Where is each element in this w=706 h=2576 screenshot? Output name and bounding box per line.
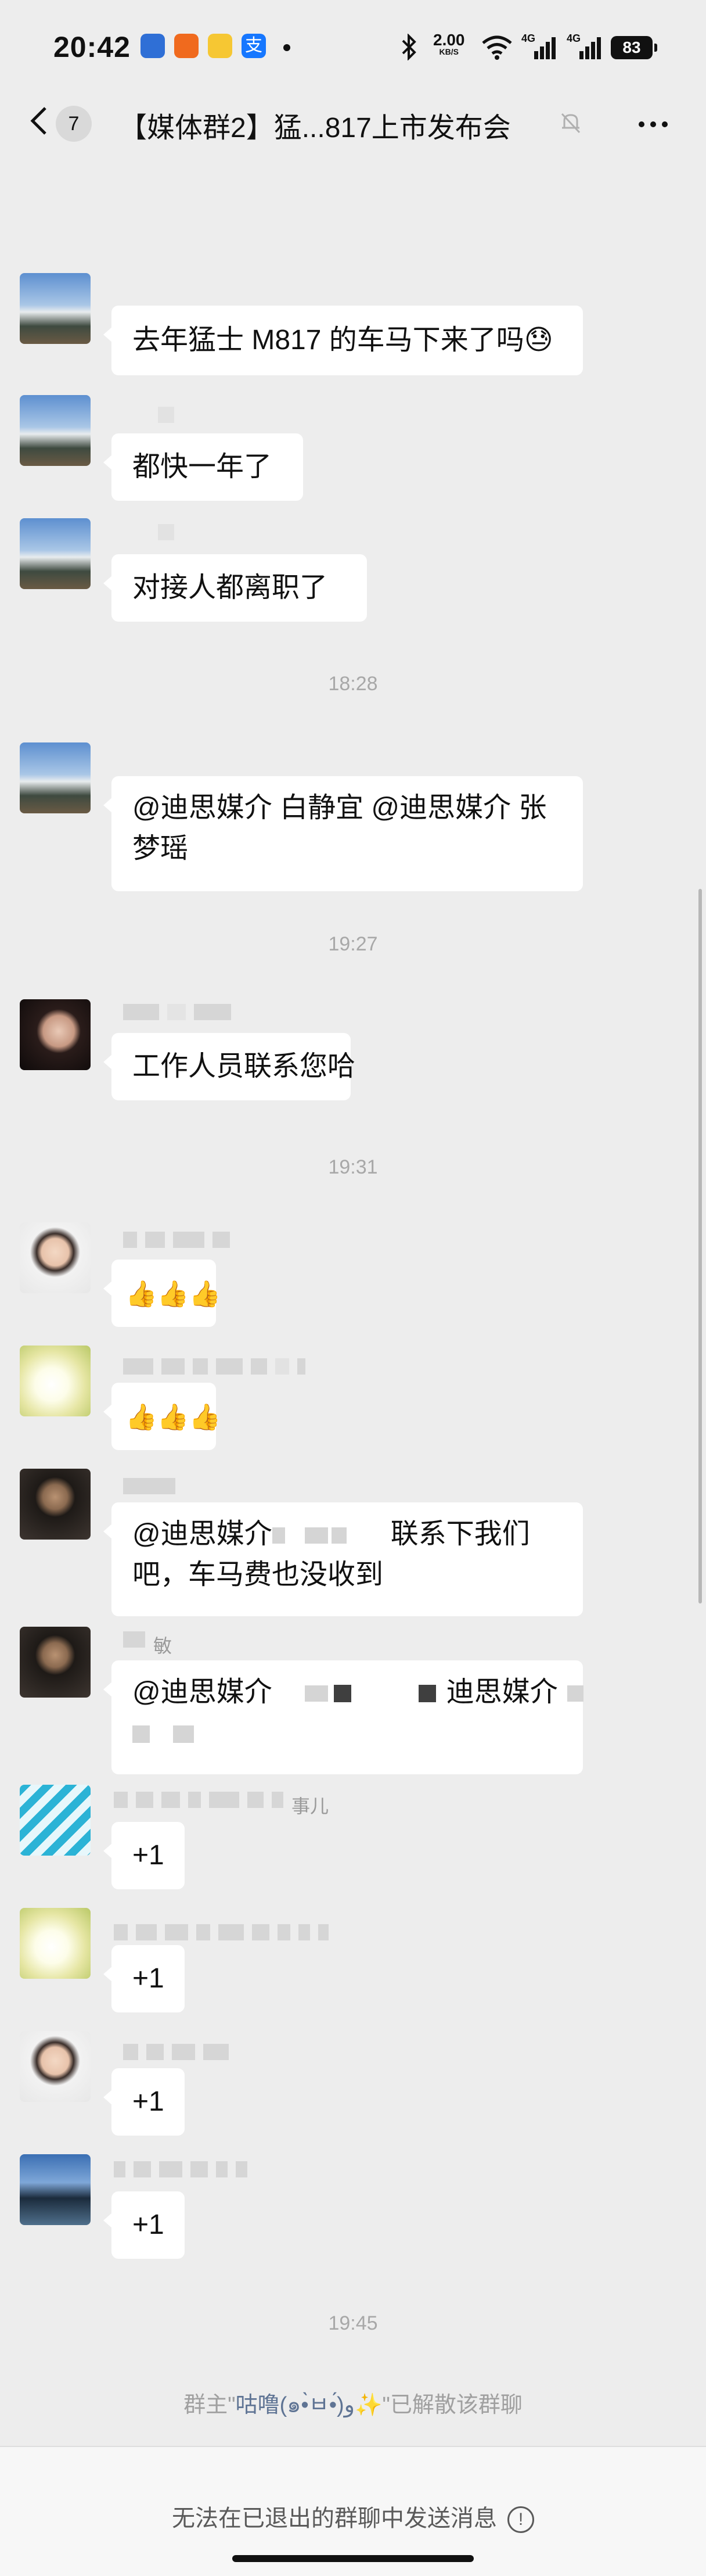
- redacted-text: [304, 1527, 328, 1544]
- network-speed-value: 2.00: [433, 31, 465, 49]
- system-notice-text: 群主": [183, 2393, 236, 2417]
- message-bubble[interactable]: +1: [103, 1945, 185, 2012]
- avatar[interactable]: [20, 1627, 91, 1698]
- back-arrow-icon[interactable]: [23, 103, 58, 138]
- status-time: 20:42: [53, 31, 131, 63]
- thumbs-up-emoji: 👍👍👍: [125, 1403, 221, 1432]
- timestamp: 19:27: [328, 933, 378, 955]
- message-bubble[interactable]: 👍👍👍: [103, 1383, 221, 1450]
- signal-1-label: 4G: [521, 33, 536, 44]
- more-notifications-icon: [283, 44, 290, 51]
- message-bubble[interactable]: @迪思媒介 联系下我们 吧，车马费也没收到: [103, 1502, 583, 1616]
- message-line: @迪思媒介 迪思媒介: [132, 1672, 583, 1713]
- redacted-text: [132, 1725, 150, 1743]
- avatar[interactable]: [20, 999, 91, 1070]
- bluetooth-icon: [402, 34, 416, 60]
- thumbs-up-emoji: 👍👍👍: [125, 1280, 221, 1309]
- redacted-text: [333, 1685, 351, 1703]
- mention-text: @迪思媒介: [132, 1519, 272, 1549]
- message-line: 梦瑶: [132, 833, 189, 864]
- message-bubble[interactable]: 👍👍👍: [103, 1260, 221, 1327]
- input-bar-disabled: 无法在已退出的群聊中发送消息!: [0, 2446, 706, 2576]
- chat-title: 【媒体群2】猛...817上市发布会: [119, 113, 511, 143]
- avatar[interactable]: [20, 1222, 91, 1293]
- message-bubble[interactable]: +1: [103, 2068, 185, 2136]
- info-icon[interactable]: !: [507, 2506, 534, 2534]
- timestamp: 18:28: [328, 673, 378, 695]
- message-bubble[interactable]: +1: [103, 1822, 185, 1889]
- disabled-notice: 无法在已退出的群聊中发送消息!: [0, 2499, 706, 2534]
- group-owner-name[interactable]: 咕噜(๑•̀ㅂ•́)و✨: [236, 2393, 383, 2417]
- sender-name: 敏: [123, 1631, 172, 1656]
- signal-2-icon: 4G: [567, 33, 604, 60]
- sender-name: [158, 407, 182, 424]
- redacted-text: [173, 1725, 194, 1743]
- avatar[interactable]: [20, 395, 91, 466]
- status-bar: 20:42 支 2.00 KB/S 4G 4G 83: [0, 0, 706, 98]
- system-notice-text: "已解散该群聊: [382, 2393, 523, 2417]
- avatar[interactable]: [20, 742, 91, 813]
- timestamp: 19:45: [328, 2312, 378, 2334]
- disabled-notice-text: 无法在已退出的群聊中发送消息: [172, 2506, 497, 2531]
- message-bubble[interactable]: +1: [103, 2191, 185, 2259]
- system-notice: 群主"咕噜(๑•̀ㅂ•́)و✨"已解散该群聊: [0, 2387, 706, 2422]
- unread-count-badge[interactable]: 7: [56, 106, 92, 142]
- message-bubble[interactable]: 去年猛士 M817 的车马下来了吗😓: [103, 306, 583, 375]
- redacted-text: [272, 1527, 285, 1544]
- network-speed-unit: KB/S: [439, 47, 459, 56]
- avatar[interactable]: [20, 2154, 91, 2225]
- redacted-text: [304, 1685, 328, 1702]
- redacted-text: [567, 1685, 583, 1702]
- sender-name: [123, 2044, 237, 2061]
- avatar[interactable]: [20, 1346, 91, 1416]
- redacted-text: [418, 1685, 436, 1703]
- avatar[interactable]: [20, 1469, 91, 1540]
- message-line: 吧，车马费也没收到: [132, 1559, 384, 1590]
- mute-bell-icon: [561, 113, 581, 134]
- avatar[interactable]: [20, 273, 91, 344]
- home-indicator[interactable]: [232, 2555, 474, 2562]
- message-line: [132, 1713, 562, 1753]
- alipay-icon: 支: [242, 34, 266, 58]
- sender-name: [114, 1924, 337, 1942]
- message-text: 联系下我们: [390, 1519, 530, 1549]
- app-notification-icon: [174, 34, 199, 58]
- network-speed: 2.00 KB/S: [433, 31, 465, 56]
- message-line: @迪思媒介 白静宜 @迪思媒介 张: [132, 792, 547, 823]
- mention-text: @迪思媒介: [132, 1677, 272, 1707]
- message-bubble[interactable]: @迪思媒介 白静宜 @迪思媒介 张 梦瑶: [103, 776, 583, 891]
- signal-1-icon: 4G: [521, 33, 559, 60]
- sender-name: [158, 524, 182, 541]
- sender-name: 事儿: [114, 1792, 329, 1817]
- scrollbar[interactable]: [698, 889, 702, 1603]
- chat-header: 7 【媒体群2】猛...817上市发布会: [0, 87, 706, 157]
- avatar[interactable]: [20, 518, 91, 589]
- message-line: @迪思媒介 联系下我们: [132, 1514, 562, 1555]
- mention-text: 迪思媒介: [446, 1677, 558, 1707]
- wifi-icon: [482, 35, 512, 60]
- sender-name: [114, 2161, 255, 2179]
- message-bubble[interactable]: 工作人员联系您哈: [103, 1033, 355, 1100]
- message-bubble[interactable]: @迪思媒介 迪思媒介: [103, 1660, 583, 1774]
- redacted-text: [331, 1527, 347, 1544]
- timestamp: 19:31: [328, 1156, 378, 1178]
- app-notification-icon: [141, 34, 165, 58]
- sender-name: [123, 1004, 239, 1021]
- sender-name: [123, 1358, 314, 1376]
- sender-name: [123, 1232, 238, 1249]
- avatar[interactable]: [20, 1785, 91, 1856]
- sender-name-text: 敏: [153, 1635, 172, 1656]
- sender-name-text: 事儿: [291, 1796, 329, 1817]
- battery-indicator: 83: [611, 36, 657, 59]
- sender-name: [123, 1478, 183, 1495]
- avatar[interactable]: [20, 1908, 91, 1979]
- app-notification-icon: [208, 34, 232, 58]
- avatar[interactable]: [20, 2031, 91, 2102]
- message-bubble[interactable]: 都快一年了: [103, 433, 303, 501]
- more-options-icon[interactable]: [639, 120, 673, 130]
- signal-2-label: 4G: [567, 33, 581, 44]
- message-bubble[interactable]: 对接人都离职了: [103, 554, 367, 622]
